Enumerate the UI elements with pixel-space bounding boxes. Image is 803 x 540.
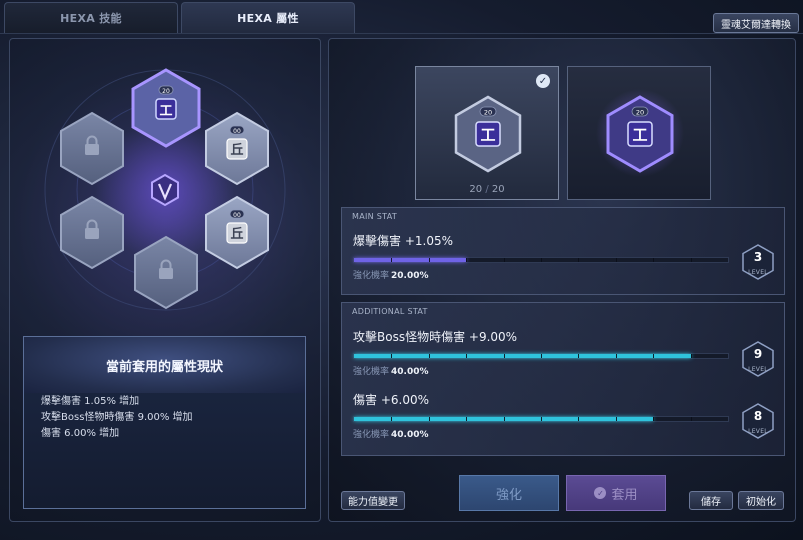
count-current: 20 <box>469 184 483 195</box>
change-stat-button[interactable]: 能力值變更 <box>341 491 405 510</box>
level-label: LEVEL <box>748 366 768 373</box>
bar-segment-divider <box>503 258 505 262</box>
core-card-preview[interactable]: 工 20 <box>567 66 711 200</box>
svg-text:20: 20 <box>636 109 644 117</box>
tab-hexa-skill[interactable]: HEXA 技能 <box>4 2 178 33</box>
main-stat-caption: MAIN STAT <box>352 212 398 221</box>
rate-label: 強化機率 <box>353 271 390 281</box>
bar-segment-divider <box>690 354 692 358</box>
additional-stat-level-2: 8 LEVEL <box>740 402 776 442</box>
additional-stat-level-1: 9 LEVEL <box>740 340 776 380</box>
svg-text:工: 工 <box>632 126 647 144</box>
bar-segment-divider <box>503 354 505 358</box>
additional-stat-name-2: 傷害 +6.00% <box>353 393 429 407</box>
hexa-window: HEXA 技能 HEXA 屬性 靈魂艾爾達轉換 工 20 丘 00 丘 00 當… <box>0 0 803 540</box>
level-number: 8 <box>753 409 763 423</box>
svg-text:00: 00 <box>233 212 241 219</box>
bar-segment-divider <box>541 417 542 421</box>
svg-text:丘: 丘 <box>230 143 243 158</box>
main-stat-name: 爆擊傷害 +1.05% <box>353 234 453 248</box>
main-stat-progress <box>353 257 729 263</box>
additional-stat-rate-1: 強化機率 40.00% <box>353 364 429 377</box>
additional-stat-progress-fill-1 <box>354 354 691 358</box>
apply-button[interactable]: ✓ 套用 <box>566 475 666 511</box>
bar-segment-divider <box>428 258 430 262</box>
main-stat-progress-fill <box>354 258 467 262</box>
additional-stat-caption: ADDITIONAL STAT <box>352 307 428 316</box>
bar-segment-divider <box>428 354 430 358</box>
center-v-emblem-icon <box>151 173 179 207</box>
bar-segment-divider <box>428 417 430 421</box>
svg-text:工: 工 <box>480 126 495 144</box>
bar-segment-divider <box>690 258 692 262</box>
summary-title: 當前套用的屬性現狀 <box>24 337 305 393</box>
additional-stat-box: ADDITIONAL STAT 攻擊Boss怪物時傷害 +9.00% 強化機率 4… <box>341 302 785 456</box>
rate-value: 40.00% <box>391 367 429 377</box>
main-stat-box: MAIN STAT 爆擊傷害 +1.05% 強化機率 20.00% 3 LEVEL <box>341 207 785 295</box>
bar-segment-divider <box>503 417 505 421</box>
svg-text:20: 20 <box>484 109 492 117</box>
bar-segment-divider <box>391 354 393 358</box>
level-label: LEVEL <box>748 269 768 276</box>
additional-stat-progress-2 <box>353 416 729 422</box>
core-hex-glow-icon: 工 20 <box>596 89 684 177</box>
additional-stat-rate-2: 強化機率 40.00% <box>353 427 429 440</box>
bar-segment-divider <box>690 417 692 421</box>
svg-text:工: 工 <box>159 104 172 119</box>
rate-value: 40.00% <box>391 430 429 440</box>
tab-hexa-stat[interactable]: HEXA 屬性 <box>181 2 355 33</box>
level-number: 9 <box>753 347 763 361</box>
svg-text:20: 20 <box>162 88 170 95</box>
reset-button[interactable]: 初始化 <box>738 491 784 510</box>
core-card-selected[interactable]: ✓ 工 20 20 / 20 <box>415 66 559 200</box>
summary-line: 攻擊Boss怪物時傷害 9.00% 增加 <box>41 412 193 423</box>
bar-segment-divider <box>615 258 617 262</box>
enhance-button[interactable]: 強化 <box>459 475 559 511</box>
bar-segment-divider <box>466 417 468 421</box>
bar-segment-divider <box>541 354 542 358</box>
check-circle-icon: ✓ <box>594 487 607 499</box>
bar-segment-divider <box>653 417 655 421</box>
bar-segment-divider <box>578 417 580 421</box>
additional-stat-progress-1 <box>353 353 729 359</box>
rate-value: 20.00% <box>391 271 429 281</box>
rate-label: 強化機率 <box>353 430 390 440</box>
sol-erda-convert-button[interactable]: 靈魂艾爾達轉換 <box>713 13 799 33</box>
bar-segment-divider <box>578 258 580 262</box>
svg-text:00: 00 <box>233 128 241 135</box>
applied-stat-summary: 當前套用的屬性現狀 爆擊傷害 1.05% 增加 攻擊Boss怪物時傷害 9.00… <box>23 336 306 509</box>
enhance-count: 20 / 20 <box>416 184 558 195</box>
bar-segment-divider <box>615 417 617 421</box>
summary-lines: 爆擊傷害 1.05% 增加 攻擊Boss怪物時傷害 9.00% 增加 傷害 6.… <box>24 393 305 442</box>
summary-line: 傷害 6.00% 增加 <box>41 428 120 439</box>
bar-segment-divider <box>391 417 393 421</box>
svg-text:丘: 丘 <box>230 227 243 242</box>
level-number: 3 <box>753 250 763 264</box>
level-label: LEVEL <box>748 428 768 435</box>
bar-segment-divider <box>653 354 655 358</box>
main-stat-rate: 強化機率 20.00% <box>353 268 429 281</box>
hexa-node-grid: 工 20 丘 00 丘 00 <box>44 68 286 311</box>
summary-line: 爆擊傷害 1.05% 增加 <box>41 396 140 407</box>
rate-label: 強化機率 <box>353 367 390 377</box>
additional-stat-name-1: 攻擊Boss怪物時傷害 +9.00% <box>353 330 518 344</box>
bar-segment-divider <box>466 258 468 262</box>
save-button[interactable]: 儲存 <box>689 491 733 510</box>
bar-segment-divider <box>466 354 468 358</box>
count-max: 20 <box>491 184 505 195</box>
core-hex-icon: 工 20 <box>454 95 522 173</box>
bar-segment-divider <box>541 258 542 262</box>
bar-segment-divider <box>653 258 655 262</box>
bar-segment-divider <box>391 258 393 262</box>
tab-divider <box>0 33 803 34</box>
bar-segment-divider <box>615 354 617 358</box>
apply-label: 套用 <box>611 487 638 503</box>
main-stat-level: 3 LEVEL <box>740 243 776 283</box>
bar-segment-divider <box>578 354 580 358</box>
